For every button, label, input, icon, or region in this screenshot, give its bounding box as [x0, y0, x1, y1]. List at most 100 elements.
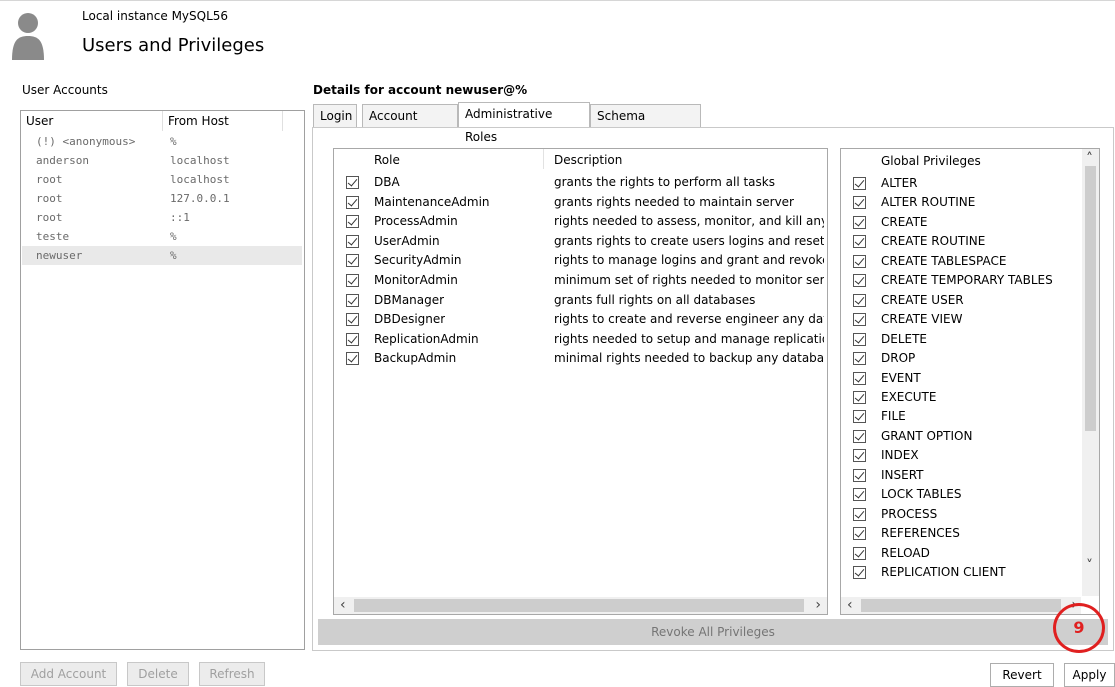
privilege-checkbox[interactable] — [853, 235, 866, 249]
role-name: MaintenanceAdmin — [374, 194, 490, 209]
privilege-checkbox[interactable] — [853, 332, 866, 346]
role-name: DBDesigner — [374, 312, 446, 327]
delete-button[interactable]: Delete — [127, 662, 189, 686]
role-description: rights needed to assess, monitor, and ki… — [554, 214, 824, 229]
column-header-role[interactable]: Role — [374, 153, 400, 167]
account-host: 127.0.0.1 — [170, 192, 230, 205]
privilege-checkbox[interactable] — [853, 429, 866, 443]
privilege-checkbox[interactable] — [853, 449, 866, 463]
role-description: grants the rights to perform all tasks — [554, 175, 775, 189]
role-description: rights to create and reverse engineer an… — [554, 312, 824, 327]
privilege-name: INDEX — [881, 448, 919, 463]
privilege-checkbox[interactable] — [853, 488, 866, 502]
page-title: Users and Privileges — [82, 35, 265, 56]
account-host: % — [170, 135, 177, 148]
role-checkbox[interactable] — [346, 254, 359, 268]
role-checkbox[interactable] — [346, 332, 359, 346]
privilege-checkbox[interactable] — [853, 371, 866, 385]
role-checkbox[interactable] — [346, 293, 359, 307]
account-row[interactable]: root::1 — [22, 208, 302, 227]
privilege-checkbox[interactable] — [853, 566, 866, 579]
scrollbar-thumb[interactable] — [354, 599, 804, 612]
scroll-left-icon[interactable]: ‹ — [847, 597, 853, 614]
revert-button[interactable]: Revert — [990, 663, 1054, 687]
global-privileges-list[interactable]: Global Privileges ALTER ALTER ROUTINE CREA… — [840, 148, 1100, 615]
privilege-checkbox[interactable] — [853, 274, 866, 288]
role-checkbox[interactable] — [346, 313, 359, 327]
role-checkbox[interactable] — [346, 352, 359, 366]
account-row[interactable]: newuser% — [22, 246, 302, 265]
account-host: localhost — [170, 173, 230, 186]
privilege-name: DELETE — [881, 331, 928, 346]
role-checkbox[interactable] — [346, 274, 359, 287]
privilege-checkbox[interactable] — [853, 177, 866, 190]
tab-administrative-roles[interactable]: Administrative Roles — [458, 102, 590, 144]
privilege-checkbox[interactable] — [853, 468, 866, 482]
column-header-global-privileges[interactable]: Global Privileges — [881, 154, 981, 168]
instance-label: Local instance MySQL56 — [82, 9, 229, 23]
user-avatar-icon — [12, 13, 44, 60]
account-row[interactable]: root localhost — [22, 170, 302, 189]
privilege-name: CREATE — [881, 214, 928, 229]
privilege-checkbox[interactable] — [853, 254, 866, 268]
privilege-name: CREATE USER — [881, 292, 964, 307]
add-account-button[interactable]: Add Account — [20, 662, 117, 686]
roles-table[interactable]: Role Description DBA grants the rights to… — [333, 148, 828, 615]
privileges-horizontal-scrollbar[interactable]: ‹ › — [841, 597, 1081, 614]
user-accounts-list[interactable]: User From Host (!) <anonymous>% anderson l… — [20, 110, 305, 650]
refresh-button[interactable]: Refresh — [199, 662, 265, 686]
scroll-right-icon[interactable]: › — [815, 597, 821, 614]
role-checkbox[interactable] — [346, 215, 359, 229]
role-description: grants rights needed to maintain server — [554, 194, 794, 209]
privilege-name: CREATE ROUTINE — [881, 234, 986, 249]
role-name: SecurityAdmin — [374, 253, 462, 268]
tab-login[interactable]: Login — [313, 104, 357, 127]
roles-horizontal-scrollbar[interactable]: ‹ › — [334, 597, 827, 614]
account-user: root — [36, 211, 63, 224]
role-name: ReplicationAdmin — [374, 331, 479, 346]
account-row[interactable]: root 127.0.0.1 — [22, 189, 302, 208]
privilege-name: FILE — [881, 409, 906, 424]
role-description: grants rights to create users logins and… — [554, 233, 824, 248]
account-row[interactable]: anderson localhost — [22, 151, 302, 170]
privilege-name: GRANT OPTION — [881, 428, 973, 443]
tab-schema-privileges[interactable]: Schema Privileges — [590, 104, 701, 146]
account-row[interactable]: (!) <anonymous>% — [22, 132, 302, 151]
column-header-description[interactable]: Description — [554, 153, 622, 167]
privilege-name: ALTER ROUTINE — [881, 195, 976, 210]
column-header-user[interactable]: User — [21, 111, 163, 131]
revoke-all-privileges-button[interactable]: Revoke All Privileges — [318, 619, 1108, 645]
privilege-name: CREATE TEMPORARY TABLES — [881, 273, 1053, 288]
privilege-name: ALTER — [881, 176, 918, 190]
privilege-name: CREATE TABLESPACE — [881, 253, 1007, 268]
privilege-name: REFERENCES — [881, 526, 960, 541]
privilege-name: INSERT — [881, 467, 924, 482]
privilege-checkbox[interactable] — [853, 293, 866, 307]
apply-button[interactable]: Apply — [1064, 663, 1115, 687]
role-checkbox[interactable] — [346, 176, 359, 189]
privilege-name: REPLICATION CLIENT — [881, 565, 1006, 579]
privilege-checkbox[interactable] — [853, 507, 866, 521]
account-row[interactable]: teste% — [22, 227, 302, 246]
column-header-from-host[interactable]: From Host — [163, 111, 283, 131]
privilege-checkbox[interactable] — [853, 215, 866, 229]
privilege-checkbox[interactable] — [853, 352, 866, 366]
privilege-checkbox[interactable] — [853, 313, 866, 327]
privilege-checkbox[interactable] — [853, 390, 866, 404]
privilege-checkbox[interactable] — [853, 410, 866, 424]
privileges-vertical-scrollbar[interactable]: ˄ — [1082, 149, 1099, 596]
tab-account-limits[interactable]: Account Limits — [362, 104, 458, 146]
account-user: anderson — [36, 154, 89, 167]
scroll-down-icon[interactable]: ˅ — [1086, 558, 1093, 575]
privilege-checkbox[interactable] — [853, 546, 866, 560]
privilege-checkbox[interactable] — [853, 527, 866, 541]
role-checkbox[interactable] — [346, 195, 359, 209]
role-checkbox[interactable] — [346, 234, 359, 248]
scroll-left-icon[interactable]: ‹ — [340, 597, 346, 614]
top-divider — [0, 0, 1115, 1]
role-description: grants full rights on all databases — [554, 292, 756, 307]
account-host: % — [170, 230, 177, 243]
vertical-scrollbar-thumb[interactable] — [1085, 166, 1096, 431]
privilege-checkbox[interactable] — [853, 196, 866, 210]
scrollbar-thumb[interactable] — [861, 599, 1061, 612]
